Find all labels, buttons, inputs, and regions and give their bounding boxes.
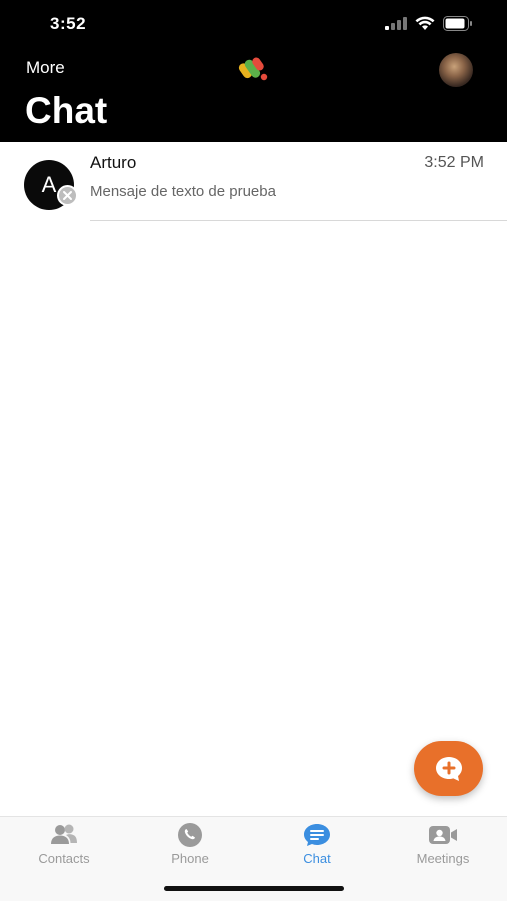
tab-label: Chat <box>303 851 331 866</box>
new-chat-button[interactable] <box>414 741 483 796</box>
tab-label: Contacts <box>38 851 90 866</box>
chat-timestamp: 3:52 PM <box>424 154 484 171</box>
new-chat-icon <box>435 756 462 781</box>
divider <box>90 220 507 221</box>
page-title: Chat <box>25 90 108 131</box>
contacts-icon <box>51 824 77 844</box>
tab-label: Phone <box>171 851 209 866</box>
wifi-icon <box>415 16 435 30</box>
chat-message-preview: Mensaje de texto de prueba <box>90 183 276 200</box>
home-indicator <box>164 886 344 891</box>
tab-label: Meetings <box>416 851 470 866</box>
status-bar: 3:52 <box>0 0 507 46</box>
offline-status-icon <box>57 185 78 206</box>
chat-list: A Arturo 3:52 PM Mensaje de texto de pru… <box>0 142 507 222</box>
app-logo-icon <box>238 57 268 81</box>
tab-contacts[interactable]: Contacts <box>1 817 127 877</box>
tab-meetings[interactable]: Meetings <box>380 817 506 877</box>
meetings-icon <box>429 826 457 844</box>
battery-icon <box>443 15 472 31</box>
chat-list-item[interactable]: A Arturo 3:52 PM Mensaje de texto de pru… <box>0 142 507 222</box>
tab-phone[interactable]: Phone <box>127 817 253 877</box>
header: More Chat <box>0 46 507 142</box>
status-time: 3:52 <box>50 14 87 33</box>
status-icons <box>385 14 473 32</box>
chat-icon <box>304 824 330 846</box>
profile-avatar[interactable] <box>439 53 473 87</box>
tab-chat[interactable]: Chat <box>254 817 380 877</box>
phone-icon <box>178 823 202 847</box>
cellular-signal-icon <box>385 17 407 30</box>
more-button[interactable]: More <box>26 58 65 78</box>
chat-contact-name: Arturo <box>90 153 137 172</box>
